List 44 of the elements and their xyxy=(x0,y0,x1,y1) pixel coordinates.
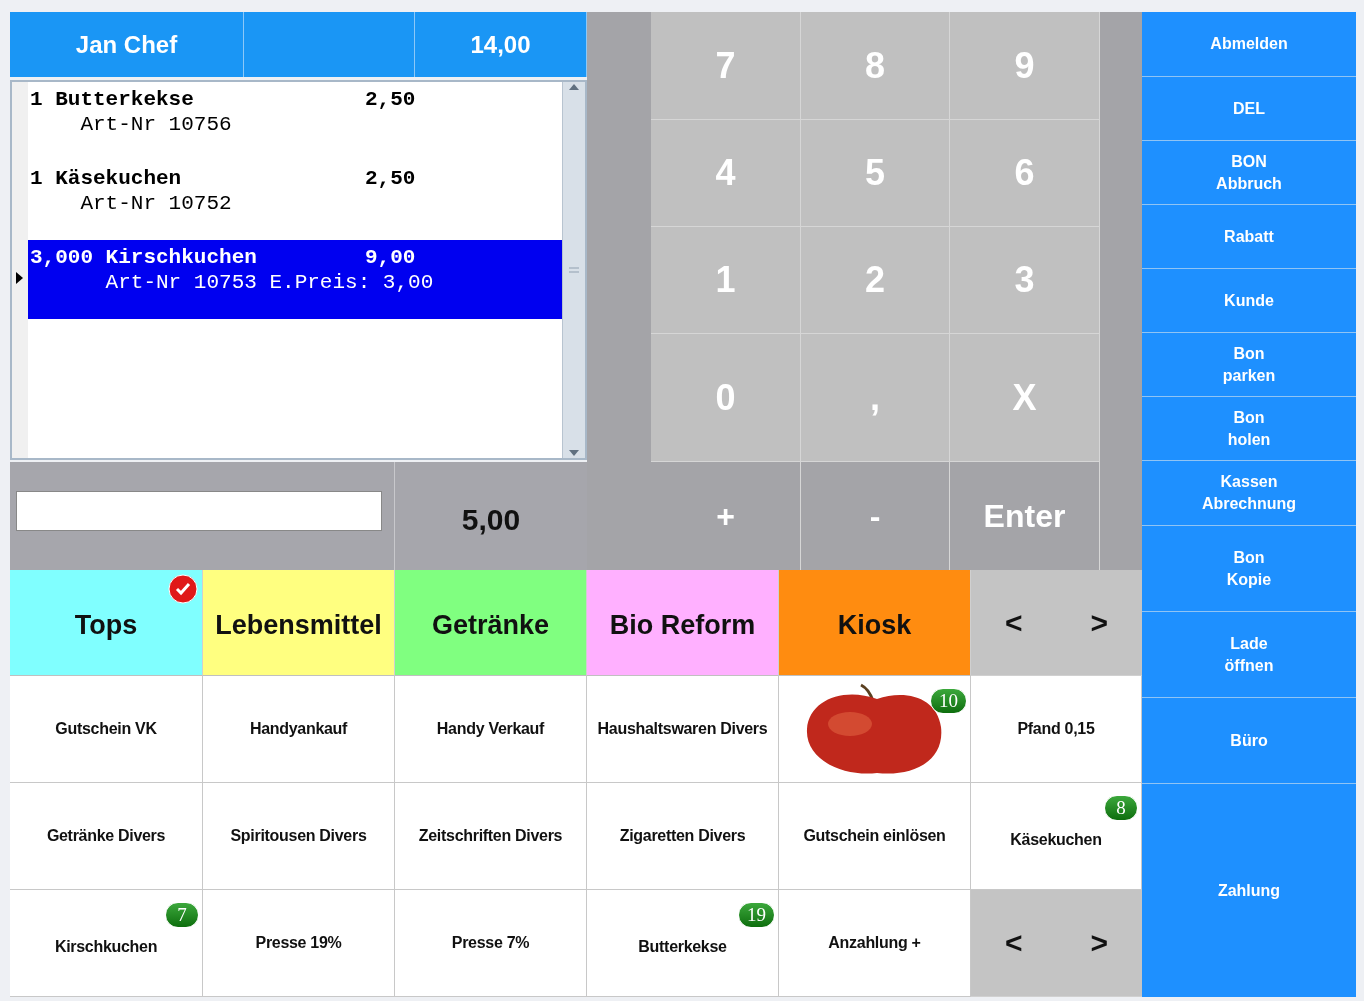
item-price: 2,50 xyxy=(365,88,416,111)
next-page-button[interactable]: > xyxy=(1076,922,1122,964)
product-tile[interactable]: Pfand 0,15 xyxy=(971,676,1142,783)
product-image-tile[interactable] xyxy=(779,676,971,783)
input-field[interactable] xyxy=(16,491,382,531)
item-detail: Art-Nr 10756 xyxy=(79,113,233,136)
category-tab[interactable]: Getränke xyxy=(395,570,587,676)
category-tab[interactable]: Lebensmittel xyxy=(203,570,395,676)
scroll-down-icon[interactable] xyxy=(567,448,581,458)
scroll-up-icon[interactable] xyxy=(567,82,581,92)
previous-page-button[interactable]: < xyxy=(991,922,1037,964)
item-name: 1 Käsekuchen xyxy=(30,167,183,190)
product-tile[interactable]: Handyankauf xyxy=(203,676,395,783)
next-page-button[interactable]: > xyxy=(1076,601,1122,644)
product-tile[interactable]: Presse 7% xyxy=(395,890,587,997)
entry-amount: 5,00 xyxy=(395,462,587,570)
category-tab[interactable]: Tops xyxy=(10,570,203,676)
checkmark-icon xyxy=(168,574,198,604)
item-name: 3,000 Kirschkuchen xyxy=(30,246,258,269)
product-tile[interactable]: Handy Verkauf xyxy=(395,676,587,783)
receipt-line[interactable]: 1 Käsekuchen 2,50 Art-Nr 10752 xyxy=(28,161,562,240)
scrollbar[interactable] xyxy=(562,82,585,458)
previous-page-button[interactable]: < xyxy=(991,601,1037,644)
item-detail: Art-Nr 10752 xyxy=(79,192,233,215)
product-tile[interactable]: Spiritousen Divers xyxy=(203,783,395,890)
item-name: 1 Butterkekse xyxy=(30,88,195,111)
total-amount: 14,00 xyxy=(415,12,587,77)
receipt-line[interactable]: 1 Butterkekse 2,50 Art-Nr 10756 xyxy=(28,82,562,161)
item-price: 2,50 xyxy=(365,167,416,190)
product-tile[interactable]: Gutschein einlösen xyxy=(779,783,971,890)
category-tab[interactable]: Bio Reform xyxy=(587,570,779,676)
cashier-name: Jan Chef xyxy=(10,12,244,77)
row-pointer-icon xyxy=(16,272,23,284)
product-tile[interactable]: Haushaltswaren Divers xyxy=(587,676,779,783)
item-price: 9,00 xyxy=(365,246,416,269)
product-tile[interactable]: Anzahlung + xyxy=(779,890,971,997)
category-tab[interactable]: Kiosk xyxy=(779,570,971,676)
item-detail: Art-Nr 10753 E.Preis: 3,00 xyxy=(104,271,435,294)
product-tile[interactable]: Getränke Divers xyxy=(10,783,203,890)
scroll-grip-icon xyxy=(569,267,579,273)
product-tile[interactable]: Presse 19% xyxy=(203,890,395,997)
product-tile[interactable]: Zigaretten Divers xyxy=(587,783,779,890)
product-tile[interactable]: Zeitschriften Divers xyxy=(395,783,587,890)
product-tile[interactable]: Gutschein VK xyxy=(10,676,203,783)
